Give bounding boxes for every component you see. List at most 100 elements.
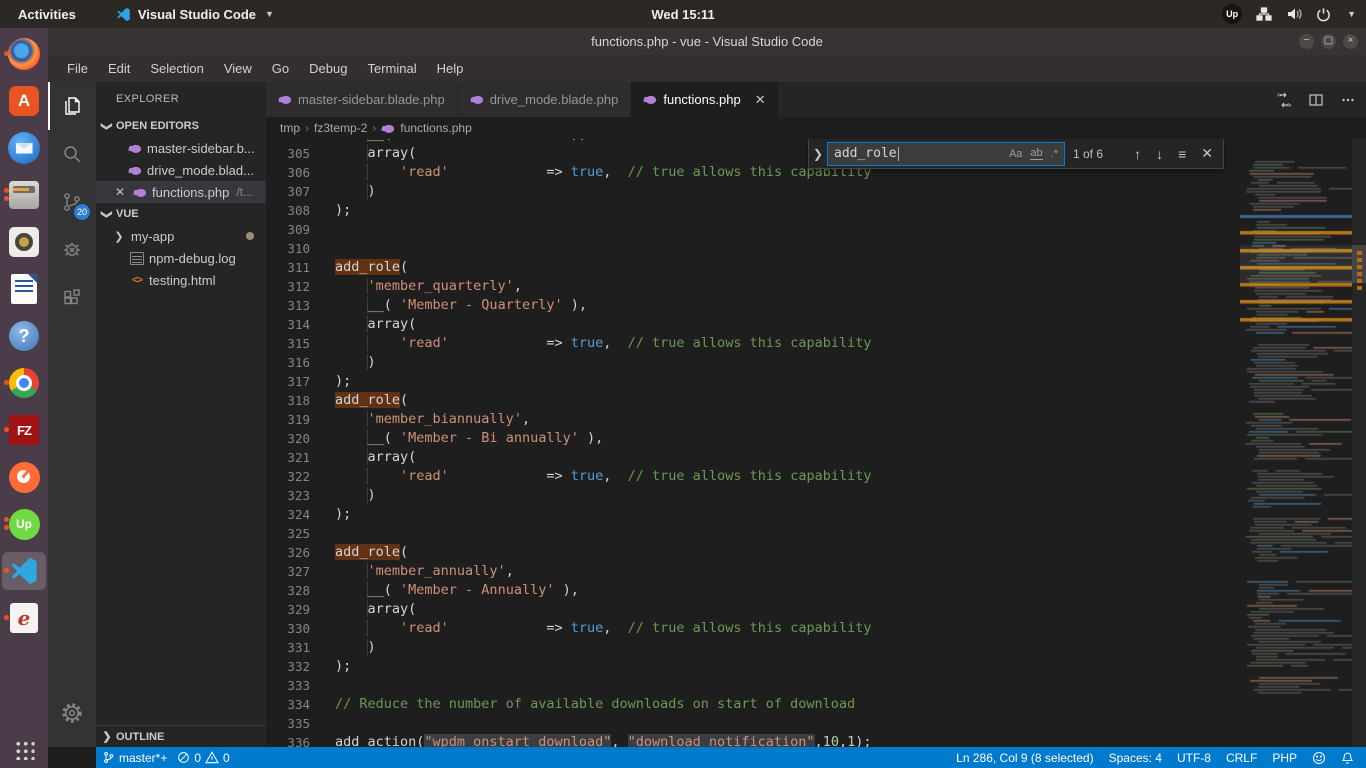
match-case-toggle[interactable]: Aa: [1009, 148, 1022, 160]
open-editor-master-sidebar[interactable]: master-sidebar.b...: [96, 137, 266, 159]
open-editor-drive-mode[interactable]: drive_mode.blad...: [96, 159, 266, 181]
open-editors-header[interactable]: ❯ OPEN EDITORS: [96, 115, 266, 137]
code-line-315[interactable]: 315 'read' => true, // true allows this …: [266, 334, 1240, 353]
code-line-328[interactable]: 328 __( 'Member - Annually' ),: [266, 581, 1240, 600]
next-match-icon[interactable]: ↓: [1156, 146, 1163, 162]
find-in-selection-icon[interactable]: ≡: [1178, 146, 1186, 162]
code-line-336[interactable]: 336add_action("wpdm_onstart_download", "…: [266, 733, 1240, 747]
minimize-button[interactable]: −: [1299, 34, 1314, 49]
minimap[interactable]: [1240, 139, 1352, 747]
menu-debug[interactable]: Debug: [300, 58, 356, 79]
tab-close-icon[interactable]: ✕: [755, 92, 766, 108]
menu-terminal[interactable]: Terminal: [358, 58, 425, 79]
debug-activity-button[interactable]: [48, 226, 96, 274]
feedback-smiley-icon[interactable]: [1312, 751, 1326, 765]
find-widget-expand-icon[interactable]: ❯: [809, 147, 827, 161]
notifications-bell-icon[interactable]: [1341, 751, 1354, 765]
whole-word-toggle[interactable]: ab: [1030, 147, 1042, 160]
close-icon[interactable]: ✕: [112, 185, 128, 199]
menu-go[interactable]: Go: [263, 58, 298, 79]
code-line-333[interactable]: 333: [266, 676, 1240, 695]
maximize-button[interactable]: ▢: [1321, 34, 1336, 49]
code-line-320[interactable]: 320 __( 'Member - Bi annually' ),: [266, 429, 1240, 448]
breadcrumb[interactable]: tmp › fz3temp-2 › functions.php: [266, 117, 1366, 139]
volume-icon[interactable]: [1286, 7, 1302, 21]
dock-rhythmbox[interactable]: [2, 223, 46, 261]
code-line-334[interactable]: 334// Reduce the number of available dow…: [266, 695, 1240, 714]
more-actions-icon[interactable]: [1340, 92, 1356, 108]
close-find-icon[interactable]: ✕: [1201, 145, 1213, 162]
explorer-activity-button[interactable]: [48, 82, 96, 130]
tree-item-npm-debug-log[interactable]: npm-debug.log: [96, 247, 266, 269]
network-icon[interactable]: [1256, 7, 1272, 21]
compare-changes-icon[interactable]: [1276, 92, 1292, 108]
dock-chrome[interactable]: [2, 364, 46, 402]
find-input[interactable]: add_role Aa ab .*: [827, 142, 1065, 166]
close-button[interactable]: ×: [1343, 34, 1358, 49]
code-line-325[interactable]: 325: [266, 524, 1240, 543]
regex-toggle[interactable]: .*: [1051, 148, 1058, 160]
window-titlebar[interactable]: functions.php - vue - Visual Studio Code…: [48, 28, 1366, 55]
language-mode[interactable]: PHP: [1272, 751, 1297, 765]
open-editor-functions-php[interactable]: ✕ functions.php /t...: [96, 181, 266, 203]
previous-match-icon[interactable]: ↑: [1134, 146, 1141, 162]
vertical-scrollbar[interactable]: [1352, 139, 1366, 747]
dock-libreoffice-writer[interactable]: [2, 270, 46, 308]
code-line-310[interactable]: 310: [266, 239, 1240, 258]
code-line-324[interactable]: 324);: [266, 505, 1240, 524]
code-line-317[interactable]: 317);: [266, 372, 1240, 391]
code-line-316[interactable]: 316 ): [266, 353, 1240, 372]
breadcrumb-item[interactable]: fz3temp-2: [314, 121, 367, 135]
tab-functions-php[interactable]: functions.php ✕: [631, 82, 778, 117]
dock-thunderbird[interactable]: [2, 129, 46, 167]
dock-filezilla[interactable]: FZ: [2, 411, 46, 449]
outline-section-header[interactable]: ❯ OUTLINE: [96, 725, 266, 747]
branch-indicator[interactable]: master*+: [102, 751, 167, 765]
code-line-309[interactable]: 309: [266, 220, 1240, 239]
activities-button[interactable]: Activities: [0, 7, 94, 22]
dock-firefox[interactable]: [2, 35, 46, 73]
code-line-335[interactable]: 335: [266, 714, 1240, 733]
show-applications-icon[interactable]: [14, 739, 35, 760]
menu-view[interactable]: View: [215, 58, 261, 79]
menu-edit[interactable]: Edit: [99, 58, 139, 79]
code-line-307[interactable]: 307 ): [266, 182, 1240, 201]
indentation[interactable]: Spaces: 4: [1109, 751, 1162, 765]
upwork-tray-icon[interactable]: Up: [1222, 4, 1242, 24]
split-editor-icon[interactable]: [1308, 92, 1324, 108]
encoding[interactable]: UTF-8: [1177, 751, 1211, 765]
tab-drive-mode[interactable]: drive_mode.blade.php: [458, 82, 632, 117]
dock-document-editor[interactable]: e: [2, 599, 46, 637]
code-line-323[interactable]: 323 ): [266, 486, 1240, 505]
cursor-position[interactable]: Ln 286, Col 9 (8 selected): [956, 751, 1093, 765]
problems-indicator[interactable]: 0 0: [177, 751, 229, 765]
menu-file[interactable]: File: [58, 58, 97, 79]
code-line-321[interactable]: 321 array(: [266, 448, 1240, 467]
extensions-activity-button[interactable]: [48, 274, 96, 322]
menu-help[interactable]: Help: [428, 58, 473, 79]
eol-sequence[interactable]: CRLF: [1226, 751, 1257, 765]
breadcrumb-item[interactable]: functions.php: [400, 121, 471, 135]
tree-item-testing-html[interactable]: <> testing.html: [96, 269, 266, 291]
dock-vscode[interactable]: [2, 552, 46, 590]
code-line-308[interactable]: 308);: [266, 201, 1240, 220]
search-activity-button[interactable]: [48, 130, 96, 178]
code-line-332[interactable]: 332);: [266, 657, 1240, 676]
code-line-313[interactable]: 313 __( 'Member - Quarterly' ),: [266, 296, 1240, 315]
code-line-329[interactable]: 329 array(: [266, 600, 1240, 619]
tree-item-my-app[interactable]: ❯ my-app: [96, 225, 266, 247]
code-line-312[interactable]: 312 'member_quarterly',: [266, 277, 1240, 296]
code-line-331[interactable]: 331 ): [266, 638, 1240, 657]
settings-gear-button[interactable]: [48, 693, 96, 733]
tab-master-sidebar[interactable]: master-sidebar.blade.php: [266, 82, 458, 117]
dock-files[interactable]: [2, 176, 46, 214]
code-line-318[interactable]: 318add_role(: [266, 391, 1240, 410]
power-icon[interactable]: [1316, 7, 1331, 22]
project-section-header[interactable]: ❯ VUE: [96, 203, 266, 225]
dock-upwork[interactable]: Up: [2, 505, 46, 543]
system-menu-chevron-icon[interactable]: ▼: [1347, 9, 1356, 19]
code-line-319[interactable]: 319 'member_biannually',: [266, 410, 1240, 429]
dock-help[interactable]: ?: [2, 317, 46, 355]
dock-ubuntu-software[interactable]: A: [2, 82, 46, 120]
code-line-311[interactable]: 311add_role(: [266, 258, 1240, 277]
